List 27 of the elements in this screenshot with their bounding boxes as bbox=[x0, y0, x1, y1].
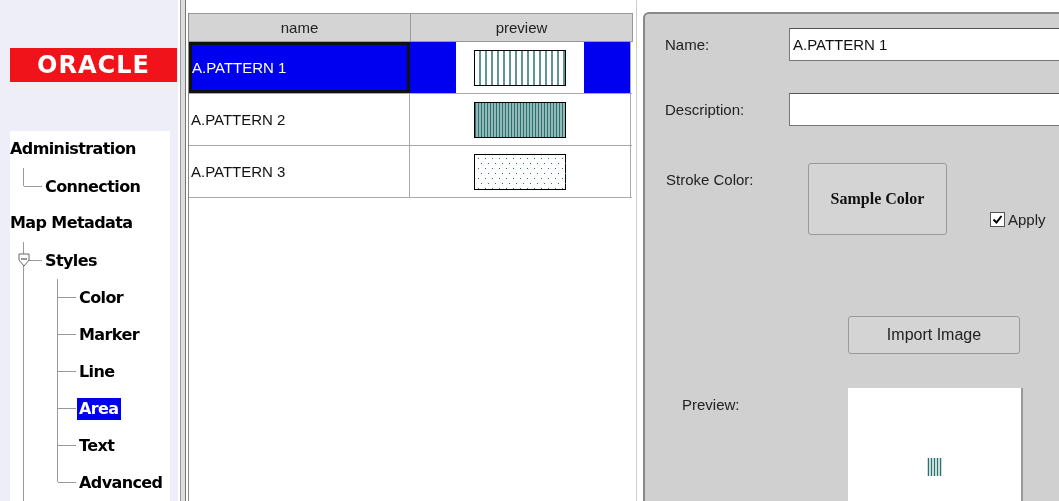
name-field[interactable]: A.PATTERN 1 bbox=[789, 28, 1059, 61]
table-cell[interactable]: A.PATTERN 2 bbox=[189, 94, 410, 145]
import-image-button[interactable]: Import Image bbox=[848, 316, 1020, 354]
vertical-lines-icon bbox=[926, 458, 943, 476]
table-cell[interactable]: A.PATTERN 3 bbox=[189, 146, 410, 197]
tree-item[interactable]: Styles bbox=[43, 249, 99, 272]
preview-cell[interactable] bbox=[410, 42, 631, 93]
apply-checkbox[interactable]: Apply bbox=[990, 211, 1046, 228]
tree-item[interactable]: Connection bbox=[43, 175, 143, 198]
field-label: Stroke Color: bbox=[666, 171, 755, 188]
field-label: Name: bbox=[665, 36, 711, 53]
tree-item[interactable]: Advanced bbox=[77, 471, 165, 494]
collapse-icon[interactable] bbox=[18, 253, 30, 267]
oracle-logo: ORACLE bbox=[10, 48, 177, 82]
tree-item[interactable]: Line bbox=[77, 360, 117, 383]
tree-item[interactable]: Color bbox=[77, 286, 126, 309]
tree-item[interactable]: Area bbox=[77, 397, 121, 420]
tree-item[interactable]: Map Metadata bbox=[10, 212, 135, 234]
table-cell[interactable]: A.PATTERN 1 bbox=[189, 42, 410, 93]
tree-item[interactable]: Text bbox=[77, 434, 117, 457]
description-field[interactable] bbox=[789, 93, 1059, 126]
tree-item[interactable]: Marker bbox=[77, 323, 141, 346]
field-label: Preview: bbox=[682, 396, 741, 413]
tree-item[interactable]: Administration bbox=[10, 138, 138, 160]
sample-color-button[interactable]: Sample Color bbox=[808, 163, 947, 235]
checkbox[interactable] bbox=[990, 212, 1005, 227]
field-label: Description: bbox=[665, 101, 746, 118]
